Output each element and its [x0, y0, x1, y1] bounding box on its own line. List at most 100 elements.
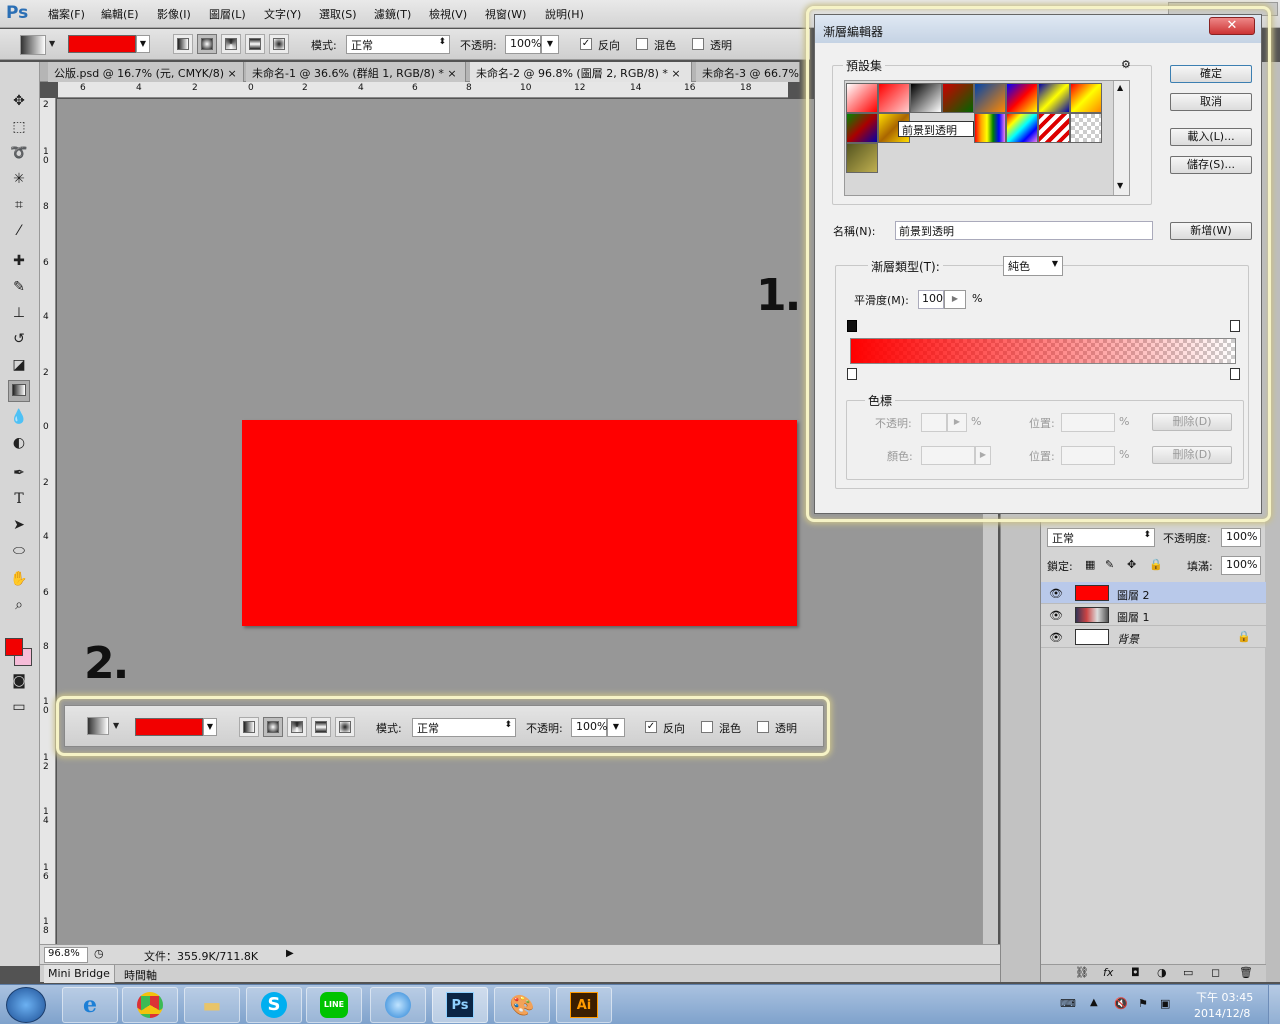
preset-swatch[interactable] — [974, 113, 1006, 143]
link-icon[interactable]: ⛓ — [1075, 966, 1089, 979]
eye-icon[interactable]: 👁 — [1049, 631, 1063, 644]
layer-row-background[interactable]: 👁 背景 🔒 — [1041, 626, 1266, 648]
gradient-tool-icon[interactable] — [8, 380, 30, 402]
preset-swatch[interactable] — [1070, 113, 1102, 143]
diamond-gradient-button[interactable] — [269, 34, 289, 54]
stop-color-arrow-icon[interactable]: ▶ — [975, 446, 991, 465]
gradient-type-select[interactable]: 純色 ▼ — [1003, 256, 1063, 276]
opacity-chevron-down-icon[interactable]: ▼ — [541, 35, 559, 54]
trash-icon[interactable]: 🗑 — [1239, 966, 1253, 979]
start-button[interactable] — [6, 987, 46, 1023]
lock-brush-icon[interactable]: ✎ — [1105, 558, 1114, 571]
status-info-icon[interactable]: ◷ — [94, 947, 104, 960]
keyboard-icon[interactable]: ⌨ — [1060, 997, 1076, 1010]
illustrator-taskbar-icon[interactable]: Ai — [556, 987, 612, 1023]
lock-all-icon[interactable]: 🔒 — [1149, 558, 1163, 571]
gradient-swatch[interactable] — [68, 35, 136, 53]
tab-timeline[interactable]: 時間軸 — [120, 965, 161, 983]
gradient-preview-bar[interactable] — [850, 338, 1236, 364]
zoom-level-input[interactable]: 96.8% — [44, 947, 88, 963]
preset-swatch[interactable] — [846, 143, 878, 173]
cancel-button[interactable]: 取消 — [1170, 93, 1252, 111]
diamond-gradient-button[interactable] — [335, 717, 355, 737]
name-input[interactable]: 前景到透明 — [895, 221, 1153, 240]
transparency-checkbox[interactable] — [757, 721, 769, 733]
gradient-tool-preset[interactable] — [87, 717, 109, 735]
color-location-input[interactable] — [1061, 446, 1115, 465]
gradient-tool-preset[interactable] — [20, 35, 46, 55]
tab-document-4[interactable]: 未命名-3 @ 66.7% — [696, 62, 800, 82]
tab-document-1[interactable]: 公版.psd @ 16.7% (元, CMYK/8) × — [48, 62, 244, 82]
opacity-input[interactable]: 100% — [505, 35, 541, 54]
chrome-icon[interactable] — [122, 987, 178, 1023]
tab-document-3[interactable]: 未命名-2 @ 96.8% (圖層 2, RGB/8) * × — [470, 62, 692, 82]
close-icon[interactable]: × — [447, 67, 456, 80]
fill-input[interactable]: 100% — [1221, 556, 1261, 575]
radial-gradient-button[interactable] — [197, 34, 217, 54]
color-stop-right[interactable] — [1230, 368, 1240, 380]
path-selection-tool-icon[interactable]: ➤ — [8, 514, 30, 536]
preset-swatch[interactable] — [974, 83, 1006, 113]
zoom-tool-icon[interactable]: ⌕ — [8, 594, 30, 616]
network-icon[interactable]: ▣ — [1160, 997, 1170, 1010]
move-tool-icon[interactable]: ✥ — [8, 90, 30, 112]
lock-transparent-icon[interactable]: ▦ — [1085, 558, 1095, 571]
close-icon[interactable]: ✕ — [1209, 17, 1255, 35]
reverse-checkbox[interactable]: ✓ — [580, 38, 592, 50]
healing-brush-tool-icon[interactable]: ✚ — [8, 250, 30, 272]
clock-time[interactable]: 下午 03:45 — [1196, 989, 1253, 1005]
save-button[interactable]: 儲存(S)... — [1170, 156, 1252, 174]
preset-scrollbar[interactable]: ▲ ▼ — [1113, 81, 1129, 195]
volume-muted-icon[interactable]: 🔇 — [1114, 997, 1128, 1010]
stop-location-input[interactable] — [1061, 413, 1115, 432]
menu-image[interactable]: 影像(I) — [157, 6, 191, 22]
new-button[interactable]: 新增(W) — [1170, 222, 1252, 240]
photoshop-taskbar-icon[interactable]: Ps — [432, 987, 488, 1023]
gradient-swatch[interactable] — [135, 718, 203, 736]
status-arrow-icon[interactable]: ▶ — [286, 948, 294, 959]
mode-select[interactable]: 正常 ⬍ — [412, 718, 516, 737]
type-tool-icon[interactable]: T — [8, 488, 30, 510]
smoothness-input[interactable]: 100 — [918, 290, 944, 309]
preset-chevron-down-icon[interactable]: ▼ — [113, 721, 119, 730]
ok-button[interactable]: 確定 — [1170, 65, 1252, 83]
scroll-down-icon[interactable]: ▼ — [1117, 181, 1123, 190]
preset-swatch[interactable] — [1006, 113, 1038, 143]
dither-checkbox[interactable] — [701, 721, 713, 733]
history-brush-tool-icon[interactable]: ↺ — [8, 328, 30, 350]
gradient-picker-chevron-down-icon[interactable]: ▼ — [136, 35, 150, 53]
color-stop-left[interactable] — [847, 368, 857, 380]
gear-icon[interactable]: ⚙ — [1121, 58, 1131, 71]
eye-icon[interactable]: 👁 — [1049, 609, 1063, 622]
opacity-stop-left[interactable] — [847, 320, 857, 332]
menu-edit[interactable]: 編輯(E) — [101, 6, 139, 22]
preset-swatch[interactable] — [910, 83, 942, 113]
fx-icon[interactable]: fx — [1103, 966, 1113, 979]
tab-document-2[interactable]: 未命名-1 @ 36.6% (群組 1, RGB/8) * × — [246, 62, 466, 82]
layer-row-1[interactable]: 👁 圖層 1 — [1041, 604, 1266, 626]
opacity-stop-right[interactable] — [1230, 320, 1240, 332]
paint-icon[interactable]: 🎨 — [494, 987, 550, 1023]
layer-row-2[interactable]: 👁 圖層 2 — [1041, 582, 1266, 604]
adjustment-icon[interactable]: ◑ — [1157, 966, 1167, 979]
gradient-picker-chevron-down-icon[interactable]: ▼ — [203, 718, 217, 736]
preset-swatch[interactable] — [846, 113, 878, 143]
action-center-flag-icon[interactable]: ⚑ — [1138, 997, 1148, 1010]
eyedropper-tool-icon[interactable]: ⁄ — [8, 220, 30, 242]
clone-stamp-tool-icon[interactable]: ⊥ — [8, 302, 30, 324]
dodge-tool-icon[interactable]: ◐ — [8, 432, 30, 454]
reverse-checkbox[interactable]: ✓ — [645, 721, 657, 733]
radial-gradient-button[interactable] — [263, 717, 283, 737]
menu-select[interactable]: 選取(S) — [319, 6, 357, 22]
delete-color-stop-button[interactable]: 刪除(D) — [1152, 446, 1232, 464]
new-layer-icon[interactable]: ◻ — [1211, 966, 1220, 979]
show-desktop-button[interactable] — [1268, 985, 1280, 1024]
marquee-tool-icon[interactable]: ⬚ — [8, 116, 30, 138]
preset-swatch[interactable] — [846, 83, 878, 113]
clock-date[interactable]: 2014/12/8 — [1194, 1007, 1250, 1020]
preset-swatch[interactable] — [1006, 83, 1038, 113]
eraser-tool-icon[interactable]: ◪ — [8, 354, 30, 376]
preset-swatch[interactable] — [1070, 83, 1102, 113]
blend-mode-select[interactable]: 正常 ⬍ — [1047, 528, 1155, 547]
skype-icon[interactable]: S — [246, 987, 302, 1023]
